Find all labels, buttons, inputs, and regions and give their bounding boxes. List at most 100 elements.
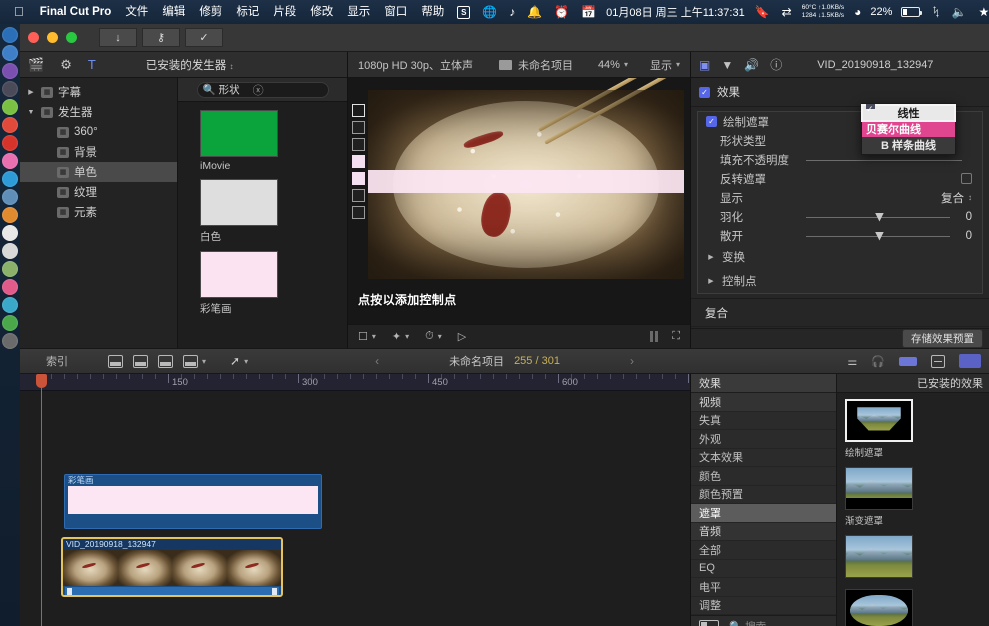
star-icon[interactable]: ★ (973, 5, 989, 19)
speed-gauge-icon[interactable]: ⏱ ▾ (425, 330, 442, 343)
app-safari-icon[interactable] (2, 171, 18, 187)
app-photo-icon[interactable] (2, 189, 18, 205)
mask-handle[interactable] (352, 104, 365, 117)
system-stats[interactable]: 60°C ↑1.0KB/s 1284 ↓1.5KB/s (798, 4, 848, 20)
app-pink-icon[interactable] (2, 153, 18, 169)
disclosure-triangle-icon[interactable]: ▼ (26, 109, 36, 116)
bookmark-icon[interactable]: 🔖 (749, 5, 776, 19)
app-calendar-icon[interactable] (2, 225, 18, 241)
menu-item-help[interactable]: 帮助 (414, 0, 451, 24)
display-options-popup[interactable]: 显示 ▾ (650, 57, 680, 73)
menu-item-edit[interactable]: 编辑 (155, 0, 192, 24)
bell-icon[interactable]: 🔔 (521, 5, 548, 19)
connect-edit-icon[interactable] (158, 354, 173, 368)
feather-slider[interactable] (806, 211, 950, 223)
browser-generator-item-2[interactable]: 彩笔画 (200, 251, 347, 316)
arrow-tool-icon[interactable]: ➚ ▾ (230, 354, 248, 368)
effect-thumbnail[interactable] (845, 467, 913, 510)
invert-mask-row[interactable]: 反转遮罩 (698, 169, 982, 188)
title-text-icon[interactable]: T (88, 57, 96, 72)
viewer-canvas[interactable]: 点按以添加控制点 (348, 78, 690, 324)
browser-tree-item-5[interactable]: ▦ 纹理 (20, 182, 177, 202)
display-popup[interactable]: 复合 ↕ (941, 190, 972, 206)
app-map-icon[interactable] (2, 261, 18, 277)
effects-category-8[interactable]: 音频 (691, 522, 836, 541)
headphone-icon[interactable]: 🎧 (871, 355, 885, 368)
feather-value[interactable]: 0 (966, 211, 972, 223)
mask-control-handles[interactable] (352, 104, 365, 219)
layout-toggle-icon[interactable] (699, 620, 719, 626)
effects-category-10[interactable]: EQ (691, 560, 836, 578)
app-browser-icon[interactable] (2, 45, 18, 61)
browser-tree-item-4[interactable]: ▦ 单色 (20, 162, 177, 182)
volume-icon[interactable]: 🔈 (946, 5, 973, 19)
effect-thumbnail[interactable] (845, 399, 913, 442)
globe-icon[interactable]: 🌐 (476, 5, 503, 19)
video-inspector-icon[interactable]: ▣ (699, 58, 710, 72)
generator-thumbnail[interactable] (200, 251, 278, 298)
app-android-icon[interactable] (2, 99, 18, 115)
mask-handle[interactable] (352, 172, 365, 185)
generator-thumbnail[interactable] (200, 110, 278, 157)
transform-disclosure[interactable]: ▶ 变换 (698, 245, 982, 269)
dropdown-item-1[interactable]: ✓ 贝赛尔曲线 (862, 104, 955, 137)
play-circle-icon[interactable]: ▷ (458, 330, 466, 343)
browser-tree-item-6[interactable]: ▦ 元素 (20, 202, 177, 222)
spread-row[interactable]: 散开 0 (698, 226, 982, 245)
effects-category-1[interactable]: 视频 (691, 393, 836, 412)
menu-item-window[interactable]: 窗口 (377, 0, 414, 24)
info-inspector-icon[interactable]: ⓘ (770, 56, 782, 73)
zoom-window-button[interactable] (66, 32, 77, 43)
effects-category-7[interactable]: 遮罩 (691, 504, 836, 523)
app-orange-icon[interactable] (2, 207, 18, 223)
browser-title[interactable]: 已安装的发生器 ↕ (146, 57, 234, 73)
insert-edit-icon[interactable] (133, 354, 148, 368)
feather-row[interactable]: 羽化 0 (698, 207, 982, 226)
menu-item-final-cut-pro[interactable]: Final Cut Pro (33, 0, 119, 24)
effects-category-2[interactable]: 失真 (691, 412, 836, 430)
disclosure-triangle-icon[interactable]: ▶ (26, 88, 36, 96)
mask-handle[interactable] (352, 121, 365, 134)
draw-mask-checkbox[interactable]: ✓ (706, 116, 717, 127)
generator-thumbnail[interactable] (200, 179, 278, 226)
app-red-icon[interactable] (2, 135, 18, 151)
save-effect-preset-button[interactable]: 存储效果预置 (902, 329, 983, 348)
playhead[interactable] (36, 374, 47, 626)
shape-type-dropdown-menu[interactable]: 线性 ✓ 贝赛尔曲线 B 样条曲线 (861, 103, 956, 155)
effects-category-3[interactable]: 外观 (691, 430, 836, 449)
index-panel-icon[interactable] (931, 354, 945, 368)
timeline-clip-generator[interactable]: 彩笔画 (64, 474, 322, 529)
append-edit-icon[interactable] (108, 354, 123, 368)
app-s-icon[interactable] (2, 27, 18, 43)
calendar-icon[interactable]: 📅 (575, 5, 602, 19)
download-button[interactable]: ↓ (99, 28, 137, 47)
bluetooth-icon[interactable]: ᛪ (926, 5, 945, 19)
battery-icon[interactable] (895, 7, 926, 17)
mask-handle[interactable] (352, 155, 365, 168)
timeline-ruler[interactable]: 0150300450600 (20, 374, 690, 391)
close-window-button[interactable] (28, 32, 39, 43)
key-button[interactable]: ⚷ (142, 28, 180, 47)
browser-tree-item-3[interactable]: ▦ 背景 (20, 142, 177, 162)
effect-item-0[interactable]: 绘制遮罩 (845, 399, 913, 459)
effects-category-12[interactable]: 调整 (691, 597, 836, 615)
menubar-datetime[interactable]: 01月08日 周三 上午11:37:31 (602, 4, 749, 20)
dropdown-item-0[interactable]: 线性 (861, 104, 956, 122)
browser-tree-item-1[interactable]: ▼ ▦ 发生器 (20, 102, 177, 122)
effects-category-11[interactable]: 电平 (691, 578, 836, 597)
effects-category-5[interactable]: 颜色 (691, 467, 836, 486)
skimming-icon[interactable]: ⚌ (847, 355, 857, 368)
control-points-disclosure[interactable]: ▶ 控制点 (698, 269, 982, 293)
search-input[interactable]: 🔍 形状 ⓧ (196, 81, 329, 98)
exchange-icon[interactable]: ⇄ (776, 5, 798, 19)
effect-item-1[interactable]: 渐变遮罩 (845, 467, 913, 527)
app-purple-icon[interactable] (2, 63, 18, 79)
spread-value[interactable]: 0 (966, 230, 972, 242)
fill-opacity-slider[interactable] (806, 154, 962, 166)
app-photos-icon[interactable] (2, 279, 18, 295)
menu-item-file[interactable]: 文件 (118, 0, 155, 24)
library-icon[interactable]: 🎬 (28, 57, 44, 73)
mask-handle[interactable] (352, 189, 365, 202)
crop-icon[interactable]: ☐ ▾ (358, 330, 376, 343)
clock-circle-icon[interactable]: ⏰ (548, 5, 575, 19)
